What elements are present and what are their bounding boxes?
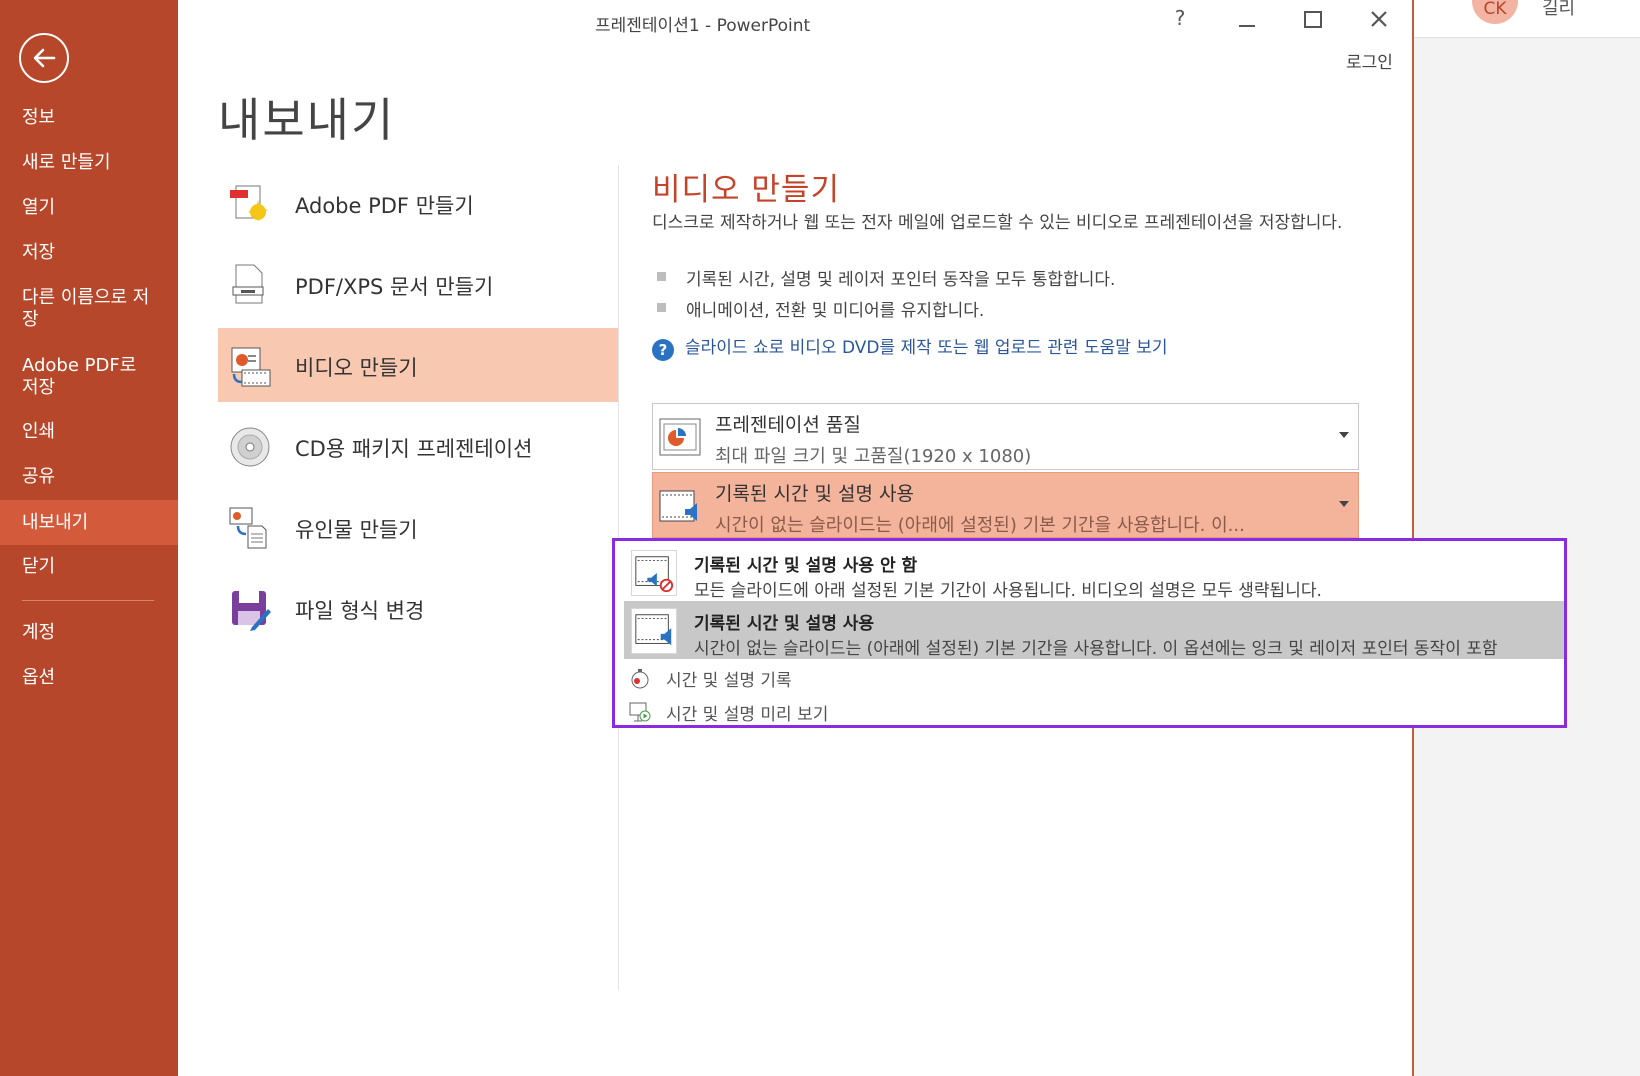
handouts-icon	[229, 507, 267, 549]
sidebar-item-save[interactable]: 저장	[0, 242, 178, 264]
bullet-square-icon	[657, 272, 666, 281]
preview-play-icon	[629, 702, 651, 722]
video-section-title: 비디오 만들기	[652, 172, 840, 208]
video-description: 디스크로 제작하거나 웹 또는 전자 메일에 업로드할 수 있는 비디오로 프레…	[652, 213, 1343, 233]
menu-option-subtitle: 모든 슬라이드에 아래 설정된 기본 기간이 사용됩니다. 비디오의 설명은 모…	[694, 581, 1322, 601]
no-narration-icon	[631, 550, 677, 596]
sidebar-item-share[interactable]: 공유	[0, 466, 178, 488]
quality-title: 프레젠테이션 품질	[715, 414, 861, 436]
window-title: 프레젠테이션1 - PowerPoint	[595, 16, 811, 36]
minimize-icon	[1239, 25, 1255, 27]
menu-option-title: 기록된 시간 및 설명 사용	[694, 614, 875, 634]
back-button[interactable]	[19, 33, 69, 83]
save-as-icon	[232, 591, 271, 631]
sidebar-item-save-as-adobe-pdf[interactable]: Adobe PDF로 저장	[0, 355, 178, 399]
menu-action-preview-timings[interactable]: 시간 및 설명 미리 보기	[624, 695, 1224, 725]
presentation-quality-icon	[659, 418, 701, 456]
help-link-text[interactable]: 슬라이드 쇼로 비디오 DVD를 제작 또는 웹 업로드 관련 도움말 보기	[685, 338, 1168, 358]
avatar[interactable]: CK	[1472, 0, 1518, 24]
sidebar-item-info[interactable]: 정보	[0, 107, 178, 129]
export-option-adobe-pdf[interactable]: Adobe PDF 만들기	[218, 166, 618, 240]
export-option-pdf-xps[interactable]: PDF/XPS 문서 만들기	[218, 247, 618, 321]
chevron-down-icon	[1339, 501, 1349, 507]
background-app-header: CK 길리	[1412, 0, 1640, 38]
export-option-label: CD용 패키지 프레젠테이션	[295, 437, 533, 461]
export-option-handouts[interactable]: 유인물 만들기	[218, 490, 618, 564]
timings-narration-dropdown[interactable]: 기록된 시간 및 설명 사용 시간이 없는 슬라이드는 (아래에 설정된) 기본…	[652, 472, 1359, 538]
close-icon	[1371, 11, 1387, 27]
timings-narration-icon	[659, 490, 697, 522]
sidebar-item-open[interactable]: 열기	[0, 197, 178, 219]
video-help-link[interactable]: ? 슬라이드 쇼로 비디오 DVD를 제작 또는 웹 업로드 관련 도움말 보기	[652, 333, 1168, 361]
presentation-quality-dropdown[interactable]: 프레젠테이션 품질 최대 파일 크기 및 고품질(1920 x 1080)	[652, 403, 1359, 470]
menu-action-label: 시간 및 설명 기록	[666, 671, 792, 691]
export-option-package-cd[interactable]: CD용 패키지 프레젠테이션	[218, 409, 618, 483]
close-button[interactable]	[1366, 6, 1392, 36]
record-timer-icon	[631, 669, 649, 689]
cd-icon	[230, 427, 270, 467]
help-circle-icon: ?	[652, 339, 674, 361]
help-button[interactable]: ?	[1168, 6, 1192, 36]
adobe-pdf-icon	[230, 185, 268, 222]
sidebar-item-account[interactable]: 계정	[0, 622, 178, 644]
quality-subtitle: 최대 파일 크기 및 고품질(1920 x 1080)	[715, 446, 1032, 467]
pdf-xps-icon	[232, 264, 264, 304]
bullet-square-icon	[657, 303, 666, 312]
export-option-label: Adobe PDF 만들기	[295, 194, 474, 218]
back-arrow-icon	[33, 48, 56, 68]
bullet-text: 기록된 시간, 설명 및 레이저 포인터 동작을 모두 통합합니다.	[686, 270, 1116, 290]
backstage-sidebar: 정보 새로 만들기 열기 저장 다른 이름으로 저장 Adobe PDF로 저장…	[0, 0, 178, 1076]
sidebar-item-save-as[interactable]: 다른 이름으로 저장	[0, 287, 178, 331]
chevron-down-icon	[1339, 432, 1349, 438]
export-option-label: 유인물 만들기	[295, 518, 418, 542]
minimize-button[interactable]	[1234, 6, 1260, 36]
user-name: 길리	[1542, 0, 1576, 19]
sidebar-item-new[interactable]: 새로 만들기	[0, 152, 178, 174]
menu-option-subtitle: 시간이 없는 슬라이드는 (아래에 설정된) 기본 기간을 사용합니다. 이 옵…	[694, 639, 1498, 659]
sidebar-divider	[22, 600, 154, 601]
export-option-label: 파일 형식 변경	[295, 599, 425, 623]
sidebar-item-export[interactable]: 내보내기	[0, 500, 178, 545]
timings-title: 기록된 시간 및 설명 사용	[715, 483, 914, 505]
export-option-change-file-type[interactable]: 파일 형식 변경	[218, 571, 618, 645]
sidebar-item-close[interactable]: 닫기	[0, 556, 178, 578]
video-icon	[231, 347, 271, 387]
page-title: 내보내기	[218, 93, 396, 147]
timings-narration-icon	[631, 608, 677, 654]
bullet-text: 애니메이션, 전환 및 미디어를 유지합니다.	[686, 301, 985, 321]
menu-action-record-timings[interactable]: 시간 및 설명 기록	[624, 661, 1224, 693]
menu-action-label: 시간 및 설명 미리 보기	[666, 705, 829, 725]
export-option-label: 비디오 만들기	[295, 356, 418, 380]
menu-option-title: 기록된 시간 및 설명 사용 안 함	[694, 556, 918, 576]
maximize-button[interactable]	[1300, 6, 1326, 36]
maximize-icon	[1304, 11, 1322, 28]
powerpoint-window: 정보 새로 만들기 열기 저장 다른 이름으로 저장 Adobe PDF로 저장…	[0, 0, 1567, 1076]
login-link[interactable]: 로그인	[1346, 48, 1393, 73]
sidebar-item-print[interactable]: 인쇄	[0, 421, 178, 443]
sidebar-item-options[interactable]: 옵션	[0, 667, 178, 689]
export-option-video[interactable]: 비디오 만들기	[218, 328, 618, 402]
timings-dropdown-menu: 기록된 시간 및 설명 사용 안 함 모든 슬라이드에 아래 설정된 기본 기간…	[612, 538, 1567, 728]
menu-option-dont-use-timings[interactable]: 기록된 시간 및 설명 사용 안 함 모든 슬라이드에 아래 설정된 기본 기간…	[624, 543, 1564, 601]
menu-option-use-timings[interactable]: 기록된 시간 및 설명 사용 시간이 없는 슬라이드는 (아래에 설정된) 기본…	[624, 601, 1564, 659]
export-option-label: PDF/XPS 문서 만들기	[295, 275, 494, 299]
timings-subtitle: 시간이 없는 슬라이드는 (아래에 설정된) 기본 기간을 사용합니다. 이..…	[715, 515, 1245, 536]
